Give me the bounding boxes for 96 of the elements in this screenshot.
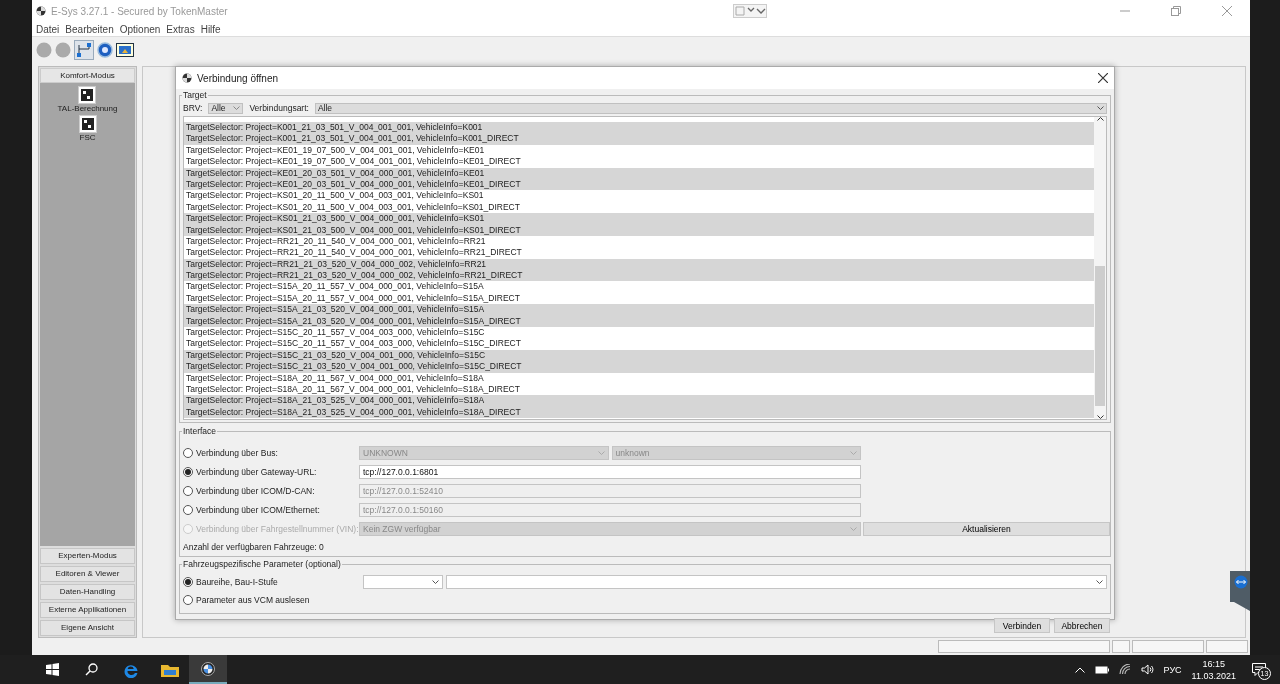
list-row[interactable]: TargetSelector: Project=S15A_20_11_557_V_004_000_001, VehicleInfo=S15A_DIRECT [184,292,1094,305]
tool-label[interactable]: FSC [79,133,96,142]
folder-icon[interactable] [160,662,179,677]
sidebar-section-button[interactable]: Daten-Handling [40,584,135,600]
list-row[interactable]: TargetSelector: Project=KS01_20_11_500_V_004_003_001, VehicleInfo=KS01 [184,190,1094,202]
close-icon[interactable] [1098,73,1108,83]
wifi-icon[interactable] [1118,664,1131,675]
notification-icon[interactable] [1252,663,1266,676]
option-label: Verbindung über ICOM/Ethernet: [196,505,320,515]
menu-item[interactable]: Bearbeiten [65,23,114,35]
group-label: Target [182,90,208,100]
option-label: Baureihe, Bau-I-Stufe [196,577,278,587]
menu-item[interactable]: Extras [166,23,195,35]
layout-switcher-icon[interactable] [733,4,767,18]
chevron-down-icon [432,580,439,584]
list-row[interactable]: TargetSelector: Project=S18A_20_11_567_V_004_000_001, VehicleInfo=S18A [184,372,1094,384]
sidebar-section-button[interactable]: Editoren & Viewer [40,566,135,582]
group-label: Interface [182,426,218,436]
list-row[interactable]: TargetSelector: Project=S18A_21_03_525_V_004_000_001, VehicleInfo=S18A [184,395,1094,407]
app-logo-icon [182,73,192,83]
list-row[interactable]: TargetSelector: Project=S18A_20_11_567_V_004_000_001, VehicleInfo=S18A_DIRECT [184,384,1094,396]
search-icon[interactable] [85,663,98,676]
chevron-down-icon [1097,106,1104,110]
windows-icon[interactable] [46,663,59,676]
panel-header: Komfort-Modus [40,68,135,83]
radio-button[interactable] [183,505,193,515]
taskbar-clock[interactable]: 16:15 11.03.2021 [1191,657,1236,682]
radio-button[interactable] [183,486,193,496]
menu-item[interactable]: Datei [36,23,60,35]
list-row[interactable]: TargetSelector: Project=RR21_20_11_540_V_004_000_001, VehicleInfo=RR21 [184,235,1094,248]
option-label: Verbindung über Fahrgestellnummer (VIN): [196,524,359,534]
list-row[interactable]: TargetSelector: Project=KE01_20_03_501_V_004_000_001, VehicleInfo=KE01 [184,167,1094,179]
scroll-up-icon[interactable] [1096,117,1104,121]
chevron-down-icon [233,106,241,110]
option-label: Verbindung über Bus: [196,448,278,458]
list-row[interactable]: TargetSelector: Project=S15C_20_11_557_V_004_003_000, VehicleInfo=S15C [184,327,1094,339]
scroll-down-icon[interactable] [1096,415,1104,419]
radio-button[interactable] [183,448,193,458]
sidebar-section-button[interactable]: Externe Applikationen [40,602,135,618]
volume-icon[interactable] [1140,664,1154,675]
dropdown[interactable]: Alle [208,102,244,114]
list-row[interactable]: TargetSelector: Project=K001_21_03_501_V_004_001_001, VehicleInfo=K001_DIRECT [184,133,1094,145]
list-row[interactable]: TargetSelector: Project=S15C_21_03_520_V_004_001_000, VehicleInfo=S15C_DIRECT [184,361,1094,373]
window-title: E-Sys 3.27.1 - Secured by TokenMaster [51,5,229,17]
list-row[interactable]: TargetSelector: Project=KE01_19_07_500_V_004_001_001, VehicleInfo=KE01 [184,144,1094,157]
list-row[interactable]: TargetSelector: Project=KS01_20_11_500_V_004_003_001, VehicleInfo=KS01_DIRECT [184,201,1094,214]
list-row[interactable]: TargetSelector: Project=S15C_21_03_520_V_004_001_000, VehicleInfo=S15C [184,349,1094,362]
group-label: Fahrzeugspezifische Parameter (optional) [182,559,342,569]
chevron-down-icon [850,451,857,455]
chevron-down-icon [597,451,605,455]
option-label: Verbindung über ICOM/D-CAN: [196,486,315,496]
chevron-up-icon[interactable] [1074,666,1085,673]
list-row[interactable]: TargetSelector: Project=RR21_20_11_540_V_004_000_001, VehicleInfo=RR21_DIRECT [184,247,1094,259]
restore-icon[interactable] [1171,6,1181,16]
app-logo-icon [36,6,46,16]
list-row[interactable]: TargetSelector: Project=S15A_21_03_520_V_004_000_001, VehicleInfo=S15A [184,304,1094,316]
radio-button[interactable] [183,577,193,587]
menu-item[interactable]: Hilfe [200,23,221,35]
radio-button[interactable] [183,467,193,477]
list-row[interactable]: TargetSelector: Project=KS01_21_03_500_V_004_000_001, VehicleInfo=KS01_DIRECT [184,224,1094,236]
list-row[interactable]: TargetSelector: Project=RR21_21_03_520_V_004_000_002, VehicleInfo=RR21_DIRECT [184,270,1094,282]
sidebar-section-button[interactable]: Experten-Modus [40,548,135,564]
menu-item[interactable]: Optionen [119,23,161,35]
list-row[interactable]: TargetSelector: Project=RR21_21_03_520_V_004_000_002, VehicleInfo=RR21 [184,258,1094,271]
vehicle-count-text: Anzahl der verfügbaren Fahrzeuge: 0 [183,541,325,554]
list-row[interactable]: TargetSelector: Project=S15C_20_11_557_V_004_003_000, VehicleInfo=S15C_DIRECT [184,338,1094,350]
input-field[interactable]: tcp://127.0.0.1:6801 [359,465,861,479]
screen-icon[interactable] [116,42,134,58]
dialog-button[interactable]: Abbrechen [1054,618,1110,633]
scrollbar-thumb[interactable] [1095,265,1105,406]
field-label: Verbindungsart: [249,103,309,113]
battery-icon[interactable] [1094,665,1109,674]
dropdown[interactable]: Alle [314,102,1107,114]
list-row[interactable]: TargetSelector: Project=S15A_20_11_557_V_004_000_001, VehicleInfo=S15A [184,281,1094,293]
list-row[interactable]: TargetSelector: Project=KS01_21_03_500_V_004_000_001, VehicleInfo=KS01 [184,213,1094,225]
chevron-down-icon [850,527,857,531]
module-icon[interactable] [78,86,97,104]
field-label: BRV: [183,103,203,113]
tool-label[interactable]: TAL-Berechnung [57,104,118,113]
module-icon[interactable] [78,115,97,133]
disabled-circle-icon [55,42,71,58]
network-icon[interactable] [74,40,94,60]
roundel-icon[interactable] [201,661,215,676]
list-row[interactable]: TargetSelector: Project=K001_21_03_501_V_004_001_001, VehicleInfo=K001 [184,122,1094,134]
option-label: Parameter aus VCM auslesen [196,595,310,605]
help-icon[interactable] [97,42,113,58]
remote-support-tab-icon[interactable] [1230,571,1250,611]
dialog-button[interactable]: Verbinden [994,618,1050,633]
disabled-circle-icon [36,42,52,58]
sidebar-section-button[interactable]: Eigene Ansicht [40,620,135,636]
dialog-title: Verbindung öffnen [197,72,279,84]
option-label: Verbindung über Gateway-URL: [196,467,317,477]
list-row[interactable]: TargetSelector: Project=KE01_19_07_500_V_004_001_001, VehicleInfo=KE01_DIRECT [184,156,1094,168]
chevron-down-icon [1096,580,1103,584]
language-indicator[interactable]: РУС [1163,664,1182,675]
radio-button[interactable] [183,595,193,605]
